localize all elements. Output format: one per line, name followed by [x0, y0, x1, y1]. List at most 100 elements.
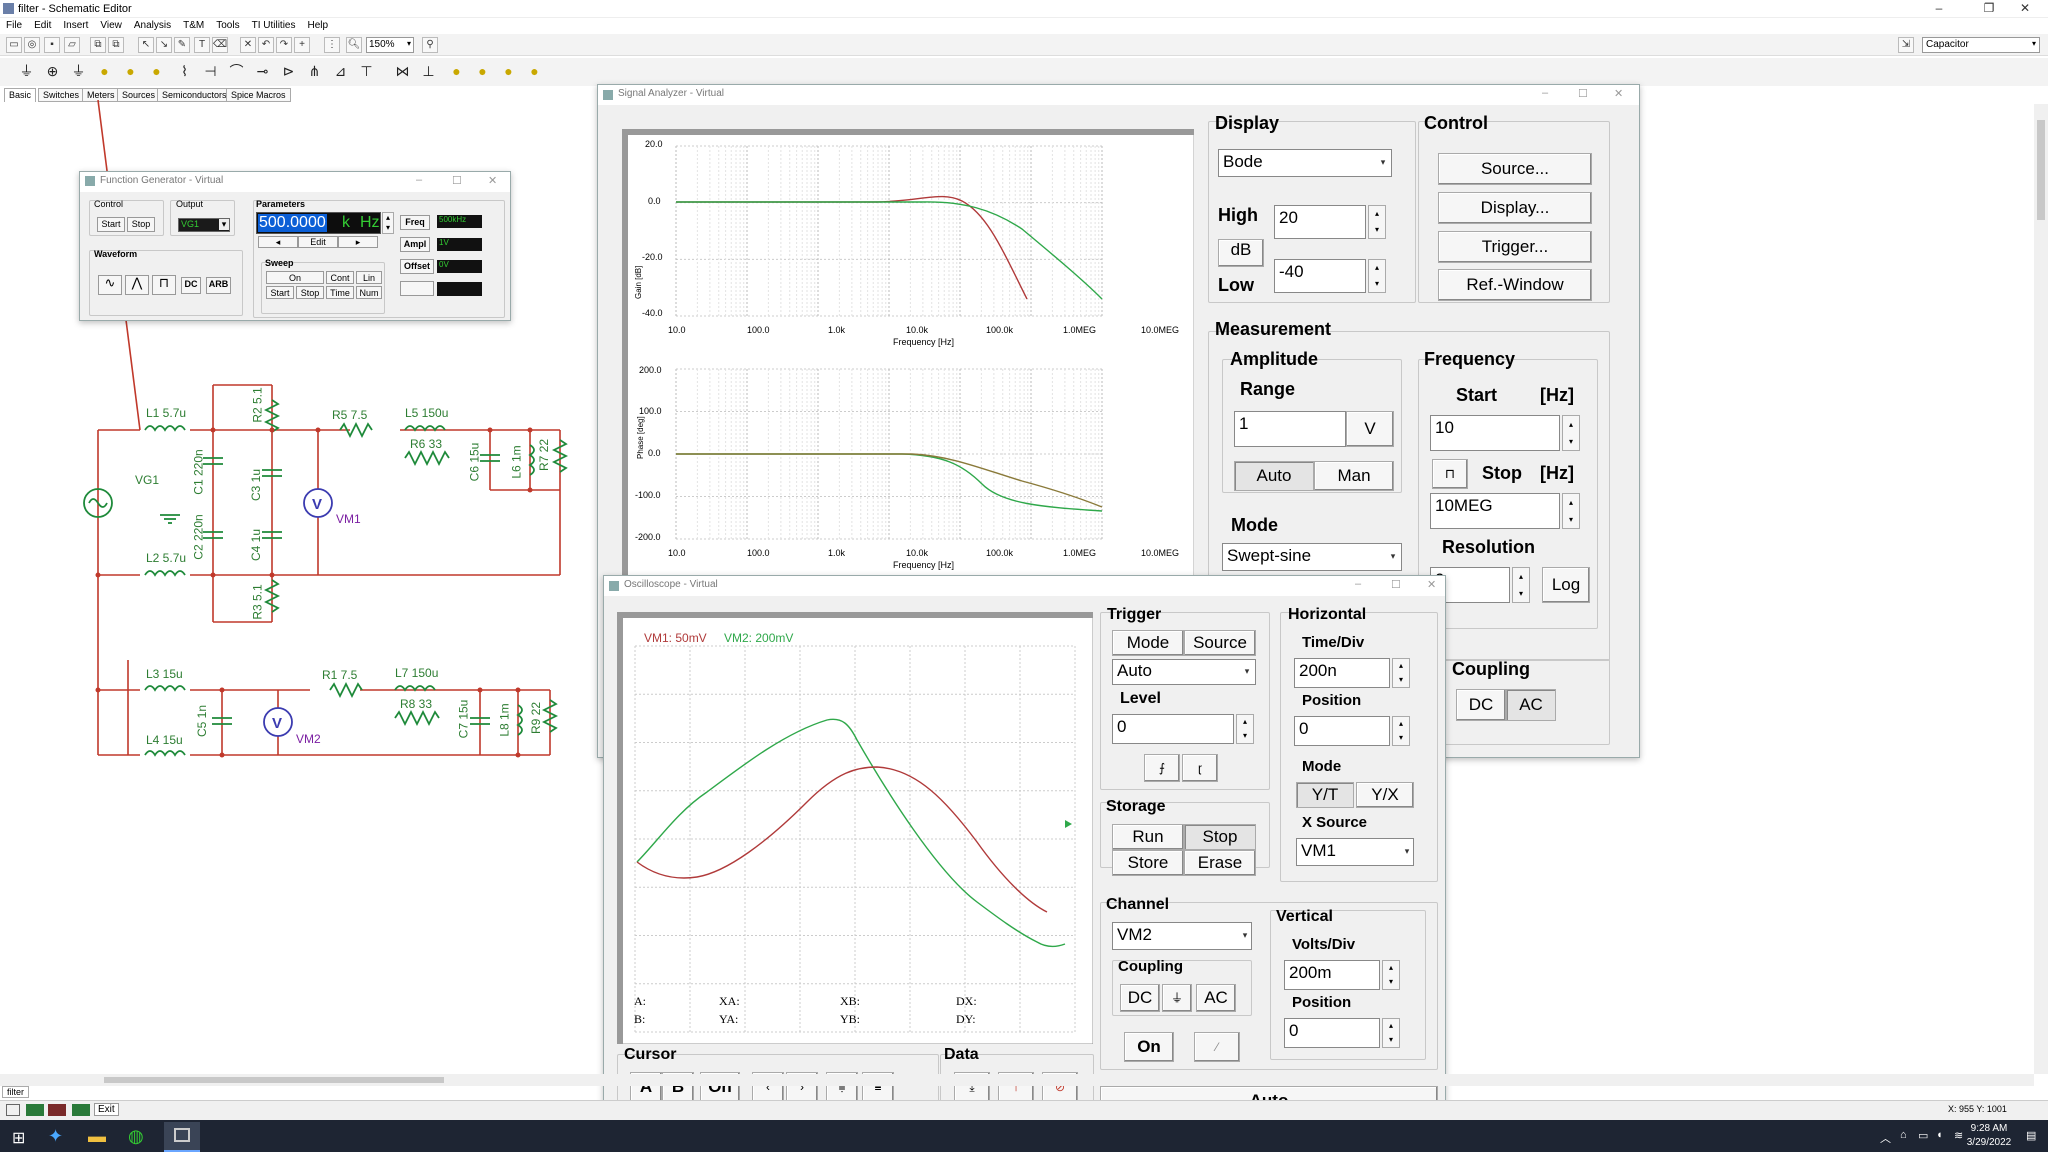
exit-button[interactable]: Exit: [94, 1103, 119, 1116]
windows-start-icon[interactable]: ⊞: [12, 1128, 25, 1148]
falling-edge-icon[interactable]: ⨍: [1144, 754, 1180, 782]
active-app-button[interactable]: [164, 1122, 200, 1152]
status-icon-2[interactable]: [26, 1104, 44, 1116]
switch-icon[interactable]: ⊸: [252, 61, 273, 83]
close-icon[interactable]: ✕: [2010, 0, 2040, 18]
minimize-icon[interactable]: –: [1924, 0, 1954, 18]
component-select[interactable]: Capacitor ▾: [1922, 37, 2040, 53]
sa-refwindow-button[interactable]: Ref.-Window: [1438, 269, 1592, 301]
menu-edit[interactable]: Edit: [28, 18, 57, 31]
lamp3-icon[interactable]: ●: [498, 61, 519, 83]
menu-analysis[interactable]: Analysis: [128, 18, 177, 31]
menu-insert[interactable]: Insert: [57, 18, 94, 31]
zoom-select[interactable]: 150% ▾: [366, 37, 414, 53]
redo-icon[interactable]: ↷: [276, 37, 292, 53]
tray-network-icon[interactable]: ⌂: [1900, 1129, 1907, 1141]
horizontal-scrollbar[interactable]: [0, 1074, 2034, 1086]
fg-value[interactable]: 500.0000: [258, 214, 327, 232]
fg-maximize-icon[interactable]: ☐: [452, 174, 462, 187]
sa-maximize-icon[interactable]: ☐: [1578, 87, 1588, 100]
sa-auto-button[interactable]: Auto: [1234, 461, 1314, 491]
fg-edit-button[interactable]: Edit: [298, 236, 338, 248]
vertical-scrollbar[interactable]: [2034, 104, 2048, 1074]
sa-log-button[interactable]: Log: [1542, 567, 1590, 603]
sa-display-select[interactable]: Bode: [1218, 149, 1392, 177]
sa-db-button[interactable]: dB: [1218, 239, 1264, 267]
jumper-icon[interactable]: ⋈: [392, 61, 413, 83]
osc-run-button[interactable]: Run: [1112, 824, 1184, 850]
osc-xsource-select[interactable]: VM1: [1296, 838, 1414, 866]
voltage-source-icon[interactable]: ●: [94, 61, 115, 83]
osc-vpos-input[interactable]: 0: [1284, 1018, 1380, 1048]
osc-timediv-spinner[interactable]: ▴ ▾: [1392, 658, 1410, 688]
lamp1-icon[interactable]: ●: [446, 61, 467, 83]
sa-source-button[interactable]: Source...: [1438, 153, 1592, 185]
fg-cont-button[interactable]: Cont: [326, 271, 354, 284]
ac-source-icon[interactable]: ●: [146, 61, 167, 83]
osc-screen[interactable]: [617, 612, 1093, 1044]
osc-yt-button[interactable]: Y/T: [1296, 782, 1354, 808]
fg-freq-button[interactable]: Freq: [400, 215, 430, 230]
fg-close-icon[interactable]: ✕: [488, 174, 497, 187]
probe-icon[interactable]: ⚲: [422, 37, 438, 53]
ammeter-icon[interactable]: ⊥: [418, 61, 439, 83]
sa-trigger-button[interactable]: Trigger...: [1438, 231, 1592, 263]
channel-color-icon[interactable]: ⁄: [1194, 1032, 1240, 1062]
fg-next-button[interactable]: ▸: [338, 236, 378, 248]
osc-voltsdiv-spinner[interactable]: ▴ ▾: [1382, 960, 1400, 990]
osc-hpos-input[interactable]: 0: [1294, 716, 1390, 746]
sa-high-input[interactable]: 20: [1274, 205, 1366, 239]
osc-store-button[interactable]: Store: [1112, 850, 1184, 876]
menu-view[interactable]: View: [94, 18, 128, 31]
osc-level-spinner[interactable]: ▴ ▾: [1236, 714, 1254, 744]
sa-mode-dropdown-icon[interactable]: ▾: [1386, 551, 1400, 562]
open-icon[interactable]: ▭: [6, 37, 22, 53]
fg-arb-button[interactable]: ARB: [206, 277, 231, 294]
sa-stop-input[interactable]: 10MEG: [1430, 493, 1560, 529]
square-wave-icon[interactable]: ⊓: [152, 275, 176, 295]
tray-chevron-icon[interactable]: ︿: [1880, 1130, 1891, 1146]
osc-stop-button[interactable]: Stop: [1184, 824, 1256, 850]
osc-dc-button[interactable]: DC: [1120, 984, 1160, 1012]
sa-marker-button[interactable]: ⊓: [1432, 459, 1468, 489]
fg-sweep-on-button[interactable]: On: [266, 271, 324, 284]
ground2-icon[interactable]: ⏚: [68, 61, 89, 83]
menu-tools[interactable]: Tools: [210, 18, 245, 31]
osc-close-icon[interactable]: ✕: [1427, 578, 1436, 591]
tray-volume-icon[interactable]: ◖: [1936, 1129, 1943, 1141]
osc-maximize-icon[interactable]: ☐: [1391, 578, 1401, 591]
osc-trigger-dropdown-icon[interactable]: ▾: [1240, 666, 1254, 677]
sa-display-button[interactable]: Display...: [1438, 192, 1592, 224]
save-icon[interactable]: ▪: [44, 37, 60, 53]
ground-coupling-icon[interactable]: ⏚: [1162, 984, 1192, 1012]
fg-value-spinner[interactable]: ▴ ▾: [382, 212, 394, 234]
sa-man-button[interactable]: Man: [1314, 461, 1394, 491]
fg-lin-button[interactable]: Lin: [356, 271, 382, 284]
sa-v-button[interactable]: V: [1346, 411, 1394, 447]
sa-ac-button[interactable]: AC: [1506, 689, 1556, 721]
clock-date[interactable]: 3/29/2022: [1958, 1137, 2020, 1148]
zoom-icon[interactable]: 🔍︎: [346, 37, 362, 53]
undo-icon[interactable]: ↶: [258, 37, 274, 53]
select-arrow-icon[interactable]: ↖: [138, 37, 154, 53]
paste-icon[interactable]: ⧉: [108, 37, 124, 53]
clock-time[interactable]: 9:28 AM: [1962, 1123, 2016, 1134]
sa-low-spinner[interactable]: ▴ ▾: [1368, 259, 1386, 293]
menu-tm[interactable]: T&M: [177, 18, 210, 31]
osc-voltsdiv-input[interactable]: 200m: [1284, 960, 1380, 990]
folder-icon[interactable]: ▱: [64, 37, 80, 53]
capacitor-icon[interactable]: ⊣: [200, 61, 221, 83]
lamp2-icon[interactable]: ●: [472, 61, 493, 83]
osc-channel-dropdown-icon[interactable]: ▾: [1238, 930, 1252, 941]
inductor-icon[interactable]: ⌒: [226, 61, 247, 83]
fg-blank-button[interactable]: [400, 281, 434, 296]
delete-icon[interactable]: ✕: [240, 37, 256, 53]
osc-level-input[interactable]: 0: [1112, 714, 1234, 744]
triangle-wave-icon[interactable]: ⋀: [125, 275, 149, 295]
osc-hpos-spinner[interactable]: ▴ ▾: [1392, 716, 1410, 746]
copy-icon[interactable]: ⧉: [90, 37, 106, 53]
menu-file[interactable]: File: [0, 18, 28, 31]
menu-ti-utilities[interactable]: TI Utilities: [246, 18, 302, 31]
sa-stop-spinner[interactable]: ▴ ▾: [1562, 493, 1580, 529]
fg-dc-button[interactable]: DC: [181, 277, 201, 294]
